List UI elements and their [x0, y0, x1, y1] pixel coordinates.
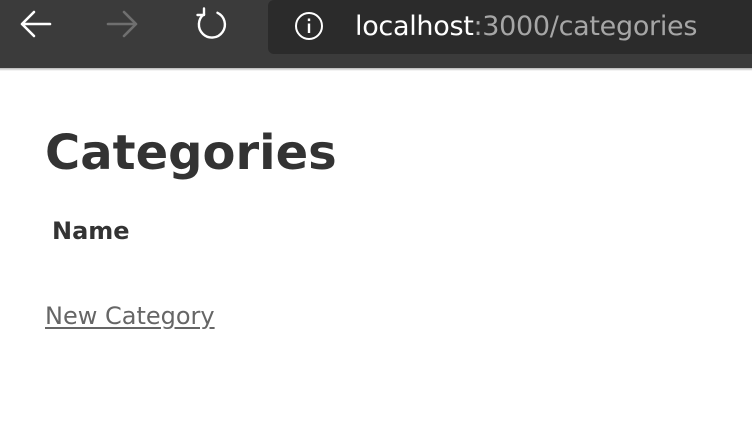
refresh-icon	[193, 6, 229, 46]
page-title: Categories	[45, 125, 337, 181]
info-icon[interactable]	[294, 11, 324, 41]
url-path: :3000/categories	[473, 11, 698, 42]
browser-toolbar: localhost:3000/categories	[0, 0, 752, 68]
forward-button[interactable]	[103, 8, 143, 44]
url-host: localhost	[355, 11, 474, 42]
page-content: Categories Name New Category	[0, 71, 752, 448]
refresh-button[interactable]	[191, 6, 231, 46]
back-button[interactable]	[15, 8, 55, 44]
arrow-right-icon	[105, 8, 141, 44]
url-text[interactable]: localhost:3000/categories	[355, 9, 697, 45]
table-header-name: Name	[52, 217, 130, 245]
new-category-link[interactable]: New Category	[45, 300, 215, 332]
arrow-left-icon	[17, 8, 53, 44]
